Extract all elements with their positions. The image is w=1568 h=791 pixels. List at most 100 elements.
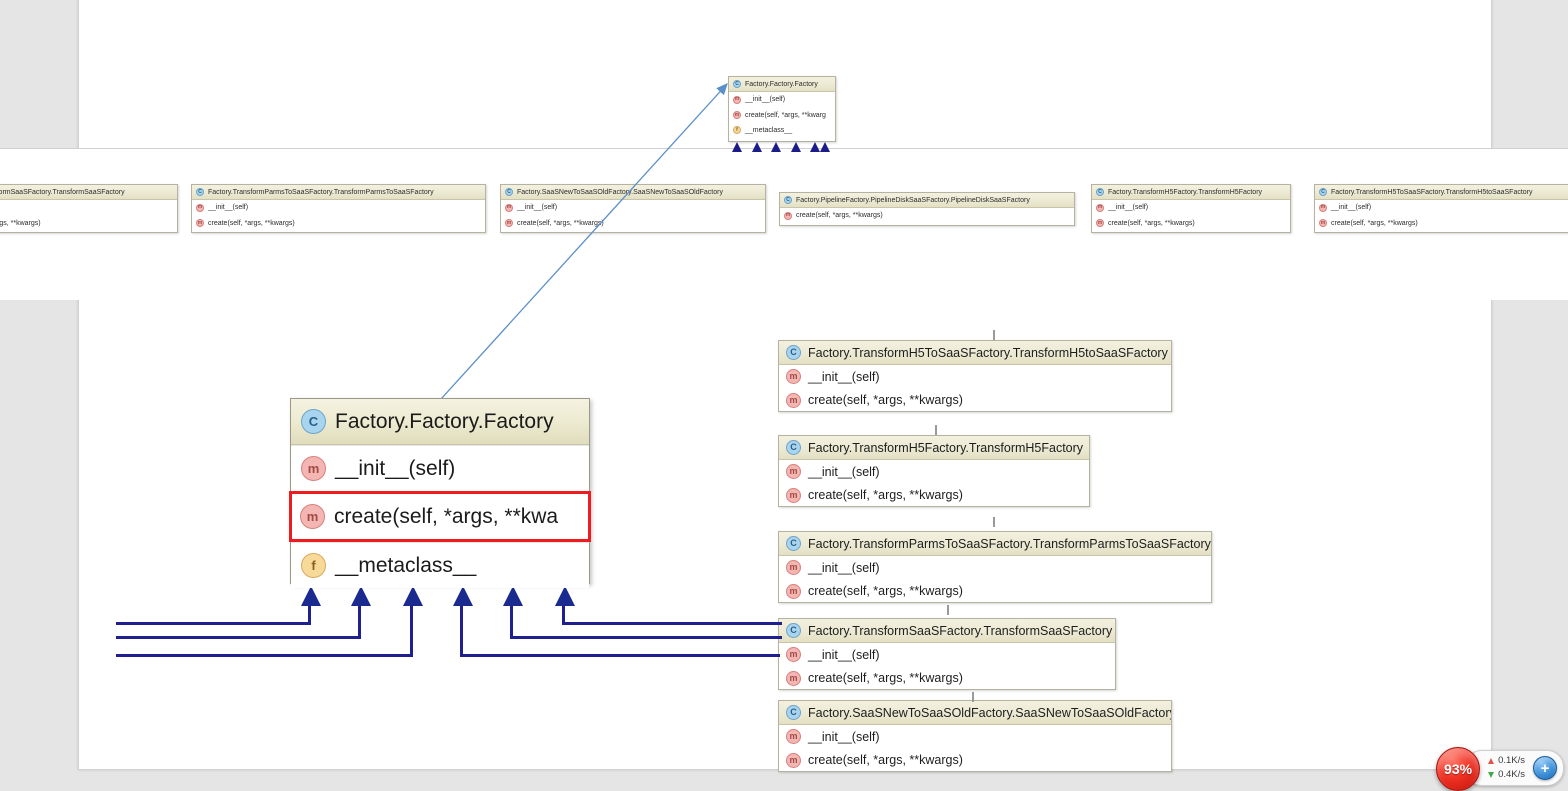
class-member-row[interactable]: m __init__(self) (729, 92, 835, 107)
class-member-row[interactable]: m create(self, *args, **kwargs) (779, 483, 1089, 506)
class-icon: C (505, 188, 513, 196)
connector-segment (116, 654, 413, 657)
method-icon: m (786, 560, 801, 575)
class-box-transform-h5-to-saas[interactable]: C Factory.TransformH5ToSaaSFactory.Trans… (1314, 184, 1568, 233)
member-label: create(self, *args, **kwa (334, 504, 559, 528)
inheritance-arrowhead (820, 142, 830, 152)
field-icon: f (733, 126, 741, 134)
member-label: create(self, *args, **kwargs) (808, 393, 963, 407)
class-member-row[interactable]: m create(self, *args, **kwarg (729, 107, 835, 122)
member-label: create(self, *args, **kwargs) (1331, 219, 1418, 227)
method-icon: m (505, 219, 513, 227)
class-member-row[interactable]: m create(self, *args, **kwargs) (1092, 215, 1290, 230)
class-box-transform-h5[interactable]: C Factory.TransformH5Factory.TransformH5… (1091, 184, 1291, 233)
class-box-factory-root[interactable]: C Factory.Factory.Factory m __init__(sel… (728, 76, 836, 142)
expand-plus-button[interactable]: + (1533, 756, 1557, 780)
member-label: __init__(self) (808, 464, 880, 479)
class-member-row[interactable]: m __init__(self) (779, 643, 1115, 666)
method-icon: m (786, 752, 801, 768)
member-label: create(self, *args, **kwargs) (517, 219, 604, 227)
magnified-class-box-saasnew-to-saasold[interactable]: C Factory.SaaSNewToSaaSOldFactory.SaaSNe… (778, 700, 1172, 772)
class-member-row[interactable]: m __init__(self) (779, 365, 1171, 388)
method-icon: m (1096, 219, 1104, 227)
magnified-class-box-transform-saas[interactable]: C Factory.TransformSaaSFactory.Transform… (778, 618, 1116, 690)
connector-segment (116, 622, 311, 625)
class-member-row[interactable]: m create(self, *args, **kwargs) (1315, 215, 1568, 230)
class-box-transform-saas[interactable]: ransformSaaSFactory.TransformSaaSFactory… (0, 184, 178, 233)
class-name: Factory.TransformH5ToSaaSFactory.Transfo… (1331, 188, 1533, 196)
class-box-header: C Factory.TransformH5ToSaaSFactory.Trans… (779, 341, 1171, 365)
class-name: Factory.Factory.Factory (745, 80, 818, 88)
class-name: Factory.TransformH5Factory.TransformH5Fa… (808, 440, 1084, 455)
class-name: Factory.TransformParmsToSaaSFactory.Tran… (808, 536, 1211, 551)
class-member-row[interactable]: m __init__(self) (501, 200, 765, 215)
class-member-row[interactable]: m create(self, *args, **kwargs) (779, 579, 1211, 602)
class-member-row[interactable]: lf) (0, 200, 177, 215)
magnified-class-box-transform-h5-to-saas[interactable]: C Factory.TransformH5ToSaaSFactory.Trans… (778, 340, 1172, 412)
inheritance-arrowhead (732, 142, 742, 152)
connector-tick (993, 330, 995, 340)
class-member-row[interactable]: m __init__(self) (779, 460, 1089, 483)
class-icon: C (733, 80, 741, 88)
class-icon: C (196, 188, 204, 196)
member-label: __init__(self) (808, 729, 880, 744)
class-box-transform-parms-to-saas[interactable]: C Factory.TransformParmsToSaaSFactory.Tr… (191, 184, 486, 233)
class-icon: C (301, 409, 326, 434)
method-icon: m (196, 203, 204, 212)
class-member-row[interactable]: m __init__(self) (1315, 200, 1568, 215)
class-name: Factory.Factory.Factory (335, 409, 554, 433)
class-name: Factory.SaaSNewToSaaSOldFactory.SaaSNewT… (517, 188, 723, 196)
class-member-row-create[interactable]: m create(self, *args, **kwa (289, 491, 591, 542)
method-icon: m (301, 456, 326, 481)
class-icon: C (786, 440, 801, 455)
magnified-class-box-transform-parms-to-saas[interactable]: C Factory.TransformParmsToSaaSFactory.Tr… (778, 531, 1212, 603)
upload-arrow-icon (1488, 758, 1495, 765)
class-member-row[interactable]: m __init__(self) (779, 556, 1211, 579)
member-label: create(self, *args, **kwargs) (808, 584, 963, 598)
class-box-header: C Factory.PipelineFactory.PipelineDiskSa… (780, 193, 1074, 208)
system-monitor-widget[interactable]: 93% 0.1K/s 0.4K/s + (1436, 747, 1564, 791)
member-label: __init__(self) (808, 369, 880, 384)
class-member-row[interactable]: m create(self, *args, **kwargs) (501, 215, 765, 230)
member-label: create(self, *args, **kwargs) (796, 212, 883, 219)
connector-segment (358, 606, 361, 638)
method-icon: m (505, 203, 513, 212)
network-rates: 0.1K/s 0.4K/s (1488, 754, 1525, 782)
class-box-header: C Factory.TransformParmsToSaaSFactory.Tr… (192, 185, 485, 200)
member-label: create(self, *args, **kwargs) (808, 671, 963, 685)
class-member-row[interactable]: m __init__(self) (192, 200, 485, 215)
method-icon: m (1319, 203, 1327, 212)
magnified-class-box-factory-root[interactable]: C Factory.Factory.Factory m __init__(sel… (289, 398, 591, 588)
class-box-header: C Factory.TransformSaaSFactory.Transform… (779, 619, 1115, 643)
class-member-row[interactable]: m create(self, *args, **kwargs) (192, 215, 485, 230)
cpu-usage-badge[interactable]: 93% (1436, 747, 1481, 791)
member-label: create(self, *args, **kwargs) (208, 219, 295, 227)
connector-segment (116, 636, 361, 639)
connector-tick (993, 517, 995, 527)
class-member-row[interactable]: m __init__(self) (1092, 200, 1290, 215)
magnified-class-box-transform-h5[interactable]: C Factory.TransformH5Factory.TransformH5… (778, 435, 1090, 507)
network-rate-pill[interactable]: 93% 0.1K/s 0.4K/s + (1436, 747, 1564, 791)
class-box-header: C Factory.SaaSNewToSaaSOldFactory.SaaSNe… (501, 185, 765, 200)
download-rate-line: 0.4K/s (1488, 768, 1525, 782)
class-member-row[interactable]: m create(self, *args, **kwargs) (779, 748, 1171, 771)
class-member-row[interactable]: m create(self, *args, **kwargs) (780, 208, 1074, 223)
class-member-row[interactable]: m create(self, *args, **kwargs) (779, 666, 1115, 689)
class-member-row[interactable]: f __metaclass__ (729, 122, 835, 137)
class-member-row[interactable]: lf, *args, **kwargs) (0, 215, 177, 230)
class-icon: C (786, 705, 801, 720)
class-member-row-metaclass[interactable]: f __metaclass__ (291, 542, 589, 588)
member-label: __init__(self) (1331, 204, 1372, 211)
class-name: Factory.TransformParmsToSaaSFactory.Tran… (208, 188, 434, 196)
class-box-saasnew-to-saasold[interactable]: C Factory.SaaSNewToSaaSOldFactory.SaaSNe… (500, 184, 766, 233)
upload-rate-line: 0.1K/s (1488, 754, 1525, 768)
member-label: create(self, *args, **kwargs) (808, 488, 963, 502)
member-label: create(self, *args, **kwargs) (1108, 219, 1195, 227)
member-label: __metaclass__ (335, 553, 477, 577)
method-icon: m (786, 583, 801, 599)
class-member-row[interactable]: m create(self, *args, **kwargs) (779, 388, 1171, 411)
class-member-row-init[interactable]: m __init__(self) (291, 445, 589, 491)
class-member-row[interactable]: m __init__(self) (779, 725, 1171, 748)
class-name: Factory.TransformH5ToSaaSFactory.Transfo… (808, 345, 1168, 360)
class-box-pipeline-disk-saas[interactable]: C Factory.PipelineFactory.PipelineDiskSa… (779, 192, 1075, 226)
